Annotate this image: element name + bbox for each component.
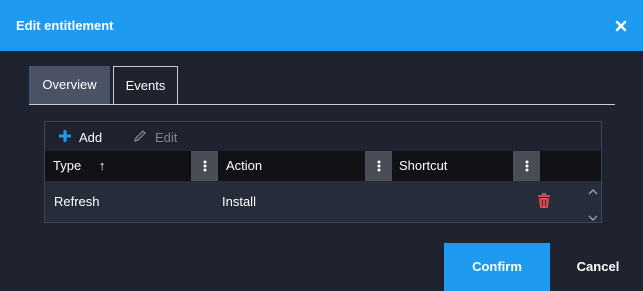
column-label-type: Type — [53, 158, 82, 173]
vertical-scrollbar[interactable] — [585, 181, 601, 222]
table-header: Type ↑ Action Shortcut — [45, 151, 601, 181]
dialog-title: Edit entitlement — [16, 18, 114, 33]
table-row[interactable]: Refresh Install — [45, 181, 585, 222]
tab-overview[interactable]: Overview — [29, 66, 110, 104]
column-header-shortcut[interactable]: Shortcut — [399, 151, 447, 181]
column-menu-action[interactable] — [365, 151, 392, 181]
tab-divider — [29, 104, 615, 105]
add-button[interactable]: Add — [59, 128, 102, 146]
column-header-action[interactable]: Action — [226, 151, 262, 181]
edit-button[interactable]: Edit — [133, 128, 177, 146]
column-header-type[interactable]: Type ↑ — [53, 151, 105, 181]
edit-label: Edit — [155, 129, 178, 145]
confirm-button[interactable]: Confirm — [444, 243, 550, 291]
grid-toolbar: Add Edit — [45, 122, 601, 151]
events-grid: Add Edit Type ↑ Action Shortcut Refresh … — [44, 121, 602, 223]
trash-icon — [538, 193, 550, 208]
scroll-up-icon[interactable] — [588, 184, 598, 195]
pencil-icon — [133, 129, 155, 146]
tab-events[interactable]: Events — [113, 66, 178, 105]
cancel-button[interactable]: Cancel — [567, 243, 629, 291]
column-menu-shortcut[interactable] — [513, 151, 540, 181]
more-vertical-icon — [377, 160, 380, 172]
close-icon[interactable] — [612, 17, 630, 35]
more-vertical-icon — [525, 160, 528, 172]
add-label: Add — [79, 129, 103, 145]
cell-action: Install — [222, 194, 256, 209]
more-vertical-icon — [203, 160, 206, 172]
plus-icon — [59, 129, 79, 145]
column-menu-type[interactable] — [191, 151, 218, 181]
scroll-down-icon[interactable] — [588, 210, 598, 221]
dialog-titlebar: Edit entitlement — [0, 0, 643, 51]
cell-type: Refresh — [54, 194, 100, 209]
sort-ascending-icon: ↑ — [98, 158, 106, 173]
delete-row-button[interactable] — [537, 193, 551, 209]
